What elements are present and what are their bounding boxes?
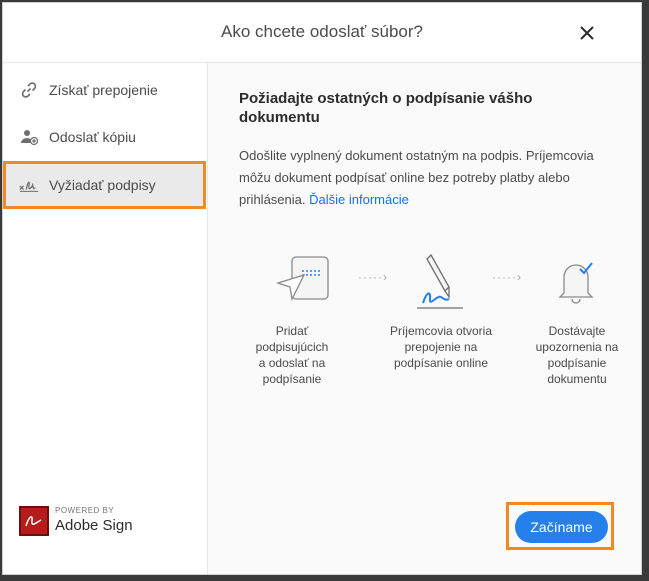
bell-check-icon xyxy=(552,255,602,314)
sidebar-item-label: Vyžiadať podpisy xyxy=(49,177,156,193)
powered-by-label: POWERED BY xyxy=(55,506,115,515)
step-arrow: ·····› xyxy=(358,270,388,284)
learn-more-link[interactable]: Ďalšie informácie xyxy=(309,192,409,207)
send-file-dialog: Ako chcete odoslať súbor? Získať prepoje… xyxy=(2,2,642,575)
sidebar-item-request-signatures[interactable]: Vyžiadať podpisy xyxy=(3,161,206,209)
send-document-icon xyxy=(274,253,338,314)
sidebar-item-send-copy[interactable]: Odoslať kópiu xyxy=(3,115,206,159)
sidebar: Získať prepojenie Odoslať kópiu Vyžiadať… xyxy=(3,63,208,574)
adobe-sign-logo xyxy=(19,506,49,536)
dialog-header: Ako chcete odoslať súbor? xyxy=(3,3,641,63)
sidebar-item-label: Získať prepojenie xyxy=(49,82,158,98)
get-started-button[interactable]: Začíname xyxy=(515,511,608,543)
adobe-sign-brand: POWERED BY Adobe Sign xyxy=(19,506,179,538)
step-label: Pridať podpisujúcich a odoslať na podpís… xyxy=(255,324,329,386)
dialog-title: Ako chcete odoslať súbor? xyxy=(221,22,423,41)
add-user-icon xyxy=(19,127,39,147)
step-label: Príjemcovia otvoria prepojenie na podpís… xyxy=(389,324,493,370)
main-panel: Požiadajte ostatných o podpísanie vášho … xyxy=(208,63,641,574)
close-icon[interactable] xyxy=(577,23,597,43)
sidebar-item-label: Odoslať kópiu xyxy=(49,129,136,145)
brand-name: Adobe Sign xyxy=(55,517,133,534)
step-label: Dostávajte upozornenia na podpísanie dok… xyxy=(535,324,619,386)
signature-icon xyxy=(19,175,39,195)
page-title: Požiadajte ostatných o podpísanie vášho … xyxy=(239,90,533,126)
step-arrow: ·····› xyxy=(492,270,522,284)
link-icon xyxy=(19,80,39,100)
description: Odošlite vyplnený dokument ostatným na p… xyxy=(239,145,629,211)
description-text: Odošlite vyplnený dokument ostatným na p… xyxy=(239,148,594,207)
pen-sign-icon xyxy=(413,251,469,316)
sidebar-item-get-link[interactable]: Získať prepojenie xyxy=(3,68,206,112)
